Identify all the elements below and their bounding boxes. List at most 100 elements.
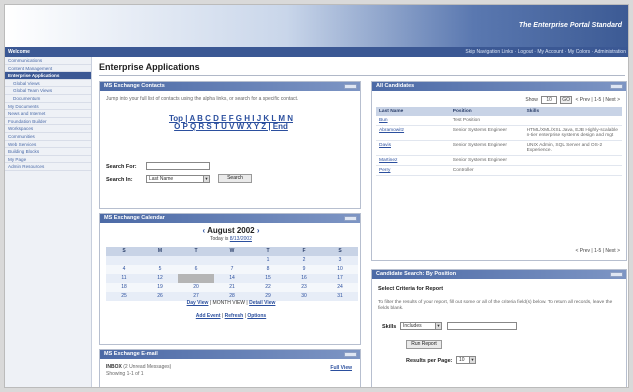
- alpha-links-row2[interactable]: O P Q R S T U V W X Y Z | End: [100, 122, 362, 131]
- results-per-page-select[interactable]: 10 ▼: [456, 356, 476, 364]
- sidebar-item-content-management[interactable]: Content Management: [5, 65, 91, 73]
- calendar-day[interactable]: 3: [322, 256, 358, 265]
- email-panel-title: MS Exchange E-mail: [104, 351, 158, 357]
- candidate-name-link[interactable]: Davis: [376, 140, 450, 156]
- sidebar-item-admin-resources[interactable]: Admin Resources: [5, 163, 91, 171]
- calendar-day[interactable]: 9: [286, 265, 322, 274]
- options-link[interactable]: Options: [247, 313, 266, 319]
- results-per-page-label: Results per Page:: [406, 358, 453, 364]
- calendar-day[interactable]: [142, 256, 178, 265]
- email-inbox: INBOX (2 Unread Messages): [106, 364, 171, 370]
- calendar-day[interactable]: 11: [106, 274, 142, 283]
- add-event-link[interactable]: Add Event: [196, 313, 221, 319]
- sidebar-item-my-page[interactable]: My Page: [5, 156, 91, 164]
- calendar-day[interactable]: 14: [214, 274, 250, 283]
- chevron-down-icon: ▼: [203, 176, 209, 182]
- contacts-intro: Jump into your full list of contacts usi…: [106, 96, 299, 102]
- full-view-link[interactable]: Full View: [330, 365, 352, 371]
- sidebar-item-web-services[interactable]: Web Services: [5, 141, 91, 149]
- go-button[interactable]: GO: [560, 96, 573, 104]
- sidebar-item-foundation-builder[interactable]: Foundation Builder: [5, 118, 91, 126]
- calendar-action-links: Add Event | Refresh | Options: [195, 313, 267, 319]
- show-select[interactable]: 10: [541, 96, 557, 104]
- calendar-day[interactable]: 10: [322, 265, 358, 274]
- calendar-day[interactable]: 21: [214, 283, 250, 292]
- candidate-position: Senior Systems Engineer: [449, 140, 524, 156]
- calendar-day[interactable]: 8: [250, 265, 286, 274]
- day-view-link[interactable]: Day View: [187, 300, 209, 306]
- candidate-position: Controller: [449, 165, 524, 176]
- refresh-link[interactable]: Refresh: [225, 313, 244, 319]
- pager-top[interactable]: < Prev | 1-5 | Next >: [575, 97, 620, 103]
- prev-month-icon[interactable]: ‹: [202, 226, 205, 235]
- column-header[interactable]: Position: [449, 107, 524, 116]
- candidates-panel: All Candidates Show 10 GO < Prev | 1-5 |…: [371, 81, 627, 261]
- calendar-week-row: 11 12 14 15 16 17: [106, 274, 358, 283]
- weekday-label: T: [194, 248, 198, 254]
- sidebar-item-global-team-views[interactable]: Global Team Views: [5, 87, 91, 95]
- candidate-name-link[interactable]: Abramowitz: [376, 125, 450, 141]
- sidebar-item-my-documents[interactable]: My Documents: [5, 103, 91, 111]
- calendar-day[interactable]: 22: [250, 283, 286, 292]
- detail-view-link[interactable]: Detail View: [249, 300, 275, 306]
- sidebar-item-documentum[interactable]: Documentum: [5, 95, 91, 103]
- next-month-icon[interactable]: ›: [257, 226, 260, 235]
- calendar-day[interactable]: 6: [178, 265, 214, 274]
- candidate-name-link[interactable]: Martinez: [376, 155, 450, 166]
- minimize-icon[interactable]: [344, 216, 357, 221]
- sidebar-item-global-views[interactable]: Global Views: [5, 80, 91, 88]
- weekday-label: S: [338, 248, 342, 254]
- calendar-day[interactable]: 20: [178, 283, 214, 292]
- calendar-day-today[interactable]: [178, 274, 214, 283]
- calendar-day[interactable]: 17: [322, 274, 358, 283]
- calendar-month: ‹ August 2002 ›: [100, 226, 362, 235]
- sidebar-item-communities[interactable]: Communities: [5, 133, 91, 141]
- calendar-day[interactable]: 7: [214, 265, 250, 274]
- candidate-position: Test Position: [449, 116, 524, 126]
- calendar-day[interactable]: 23: [286, 283, 322, 292]
- calendar-day[interactable]: 19: [142, 283, 178, 292]
- calendar-day[interactable]: 5: [142, 265, 178, 274]
- skills-input[interactable]: [447, 322, 517, 330]
- sidebar-item-communications[interactable]: Communications: [5, 57, 91, 65]
- sidebar-item-enterprise-applications[interactable]: Enterprise Applications: [5, 72, 91, 80]
- calendar-day[interactable]: 12: [142, 274, 178, 283]
- calendar-view-links: Day View | MONTH VIEW | Detail View: [186, 300, 276, 306]
- candidate-name-link[interactable]: Bun: [376, 116, 450, 126]
- pager-bottom[interactable]: < Prev | 1-5 | Next >: [575, 248, 620, 254]
- calendar-day[interactable]: 18: [106, 283, 142, 292]
- minimize-icon[interactable]: [344, 84, 357, 89]
- column-header[interactable]: Skills: [523, 107, 622, 116]
- today-date-link[interactable]: 8/13/2002: [230, 236, 252, 242]
- table-row: Davis Senior Systems Engineer UNIX Admin…: [376, 140, 622, 156]
- skills-operator-select[interactable]: Includes ▼: [400, 322, 442, 330]
- calendar-day[interactable]: [214, 256, 250, 265]
- sidebar-item-news[interactable]: News and Internet: [5, 110, 91, 118]
- minimize-icon[interactable]: [610, 272, 623, 277]
- candidate-position: Senior Systems Engineer: [449, 155, 524, 166]
- table-row: Perry Controller: [376, 165, 622, 176]
- nav-links[interactable]: Skip Navigation Links · Logout · My Acco…: [465, 47, 626, 57]
- calendar-day[interactable]: 24: [322, 283, 358, 292]
- search-in-select[interactable]: Last Name ▼: [146, 175, 210, 183]
- candidate-name-link[interactable]: Perry: [376, 165, 450, 176]
- calendar-day[interactable]: 1: [250, 256, 286, 265]
- run-report-button[interactable]: Run Report: [406, 340, 442, 349]
- calendar-day[interactable]: 16: [286, 274, 322, 283]
- minimize-icon[interactable]: [610, 84, 623, 89]
- calendar-day[interactable]: 15: [250, 274, 286, 283]
- calendar-day[interactable]: 2: [286, 256, 322, 265]
- sidebar-item-workspaces[interactable]: Workspaces: [5, 125, 91, 133]
- candidate-skills: HTML/XML/XSL Java, EJB Highly-scalable n…: [523, 125, 622, 141]
- search-button[interactable]: Search: [218, 174, 252, 183]
- minimize-icon[interactable]: [344, 352, 357, 357]
- sidebar-item-building-blocks[interactable]: Building Blocks: [5, 148, 91, 156]
- column-header[interactable]: Last Name: [376, 107, 450, 116]
- calendar-day[interactable]: [106, 256, 142, 265]
- contacts-panel: MS Exchange Contacts Jump into your full…: [99, 81, 361, 209]
- calendar-day[interactable]: [178, 256, 214, 265]
- candidate-skills: UNIX Admin, SQL Server and OS-2 Experien…: [523, 140, 622, 156]
- search-for-input[interactable]: [146, 162, 210, 170]
- calendar-panel-title: MS Exchange Calendar: [104, 215, 165, 221]
- calendar-day[interactable]: 4: [106, 265, 142, 274]
